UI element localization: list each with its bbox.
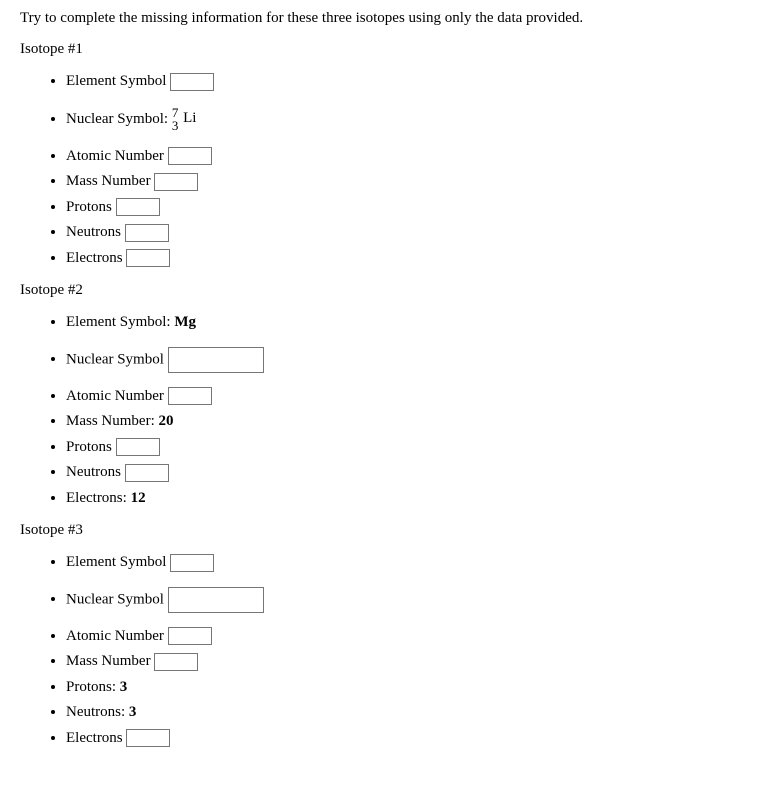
isotope-1-mass-number-input[interactable] <box>154 173 198 191</box>
nuclear-symbol-label: Nuclear Symbol <box>66 351 164 367</box>
neutrons-label: Neutrons <box>66 224 121 240</box>
isotope-1-element-symbol-input[interactable] <box>170 73 214 91</box>
isotope-3-electrons-input[interactable] <box>126 729 170 747</box>
isotope-2-neutrons-input[interactable] <box>125 464 169 482</box>
nuclear-mass-number: 7 <box>172 106 179 120</box>
isotope-2-nuclear-symbol-input[interactable] <box>168 347 264 373</box>
isotope-2-list: Element Symbol: Mg Nuclear Symbol Atomic… <box>20 313 744 508</box>
isotope-2-element-symbol-value: Mg <box>174 314 196 330</box>
isotope-2-title: Isotope #2 <box>20 282 744 299</box>
mass-number-label: Mass Number <box>66 173 151 189</box>
isotope-2-atomic-number-input[interactable] <box>168 387 212 405</box>
isotope-2-electrons-value: 12 <box>131 490 146 506</box>
isotope-2-protons-input[interactable] <box>116 438 160 456</box>
colon: : <box>121 704 129 720</box>
mass-number-label: Mass Number <box>66 653 151 669</box>
atomic-number-label: Atomic Number <box>66 388 164 404</box>
isotope-1-neutrons-input[interactable] <box>125 224 169 242</box>
element-symbol-label: Element Symbol <box>66 314 166 330</box>
protons-label: Protons <box>66 439 112 455</box>
protons-label: Protons <box>66 199 112 215</box>
isotope-3-atomic-number-input[interactable] <box>168 627 212 645</box>
electrons-label: Electrons <box>66 250 123 266</box>
element-symbol-label: Element Symbol <box>66 554 166 570</box>
colon: : <box>123 490 131 506</box>
isotope-1-atomic-number-input[interactable] <box>168 147 212 165</box>
isotope-3-mass-number-input[interactable] <box>154 653 198 671</box>
isotope-3-element-symbol-input[interactable] <box>170 554 214 572</box>
colon: : <box>112 679 120 695</box>
nuclear-element: Li <box>183 109 196 129</box>
mass-number-label: Mass Number <box>66 413 151 429</box>
neutrons-label: Neutrons <box>66 704 121 720</box>
isotope-1-nuclear-symbol-value: 7 3 Li <box>172 106 197 133</box>
atomic-number-label: Atomic Number <box>66 148 164 164</box>
protons-label: Protons <box>66 679 112 695</box>
nuclear-symbol-label: Nuclear Symbol <box>66 111 164 127</box>
isotope-3-protons-value: 3 <box>120 679 128 695</box>
instructions-text: Try to complete the missing information … <box>20 10 744 27</box>
nuclear-symbol-label: Nuclear Symbol <box>66 591 164 607</box>
isotope-3-nuclear-symbol-input[interactable] <box>168 587 264 613</box>
electrons-label: Electrons <box>66 490 123 506</box>
isotope-2-mass-number-value: 20 <box>159 413 174 429</box>
atomic-number-label: Atomic Number <box>66 628 164 644</box>
nuclear-atomic-number: 3 <box>172 119 179 133</box>
isotope-1-protons-input[interactable] <box>116 198 160 216</box>
neutrons-label: Neutrons <box>66 464 121 480</box>
colon: : <box>151 413 159 429</box>
isotope-1-title: Isotope #1 <box>20 41 744 58</box>
electrons-label: Electrons <box>66 730 123 746</box>
isotope-1-electrons-input[interactable] <box>126 249 170 267</box>
isotope-3-neutrons-value: 3 <box>129 704 137 720</box>
isotope-3-list: Element Symbol Nuclear Symbol Atomic Num… <box>20 553 744 748</box>
colon: : <box>164 111 172 127</box>
element-symbol-label: Element Symbol <box>66 73 166 89</box>
isotope-3-title: Isotope #3 <box>20 522 744 539</box>
isotope-1-list: Element Symbol Nuclear Symbol: 7 3 Li At… <box>20 72 744 268</box>
